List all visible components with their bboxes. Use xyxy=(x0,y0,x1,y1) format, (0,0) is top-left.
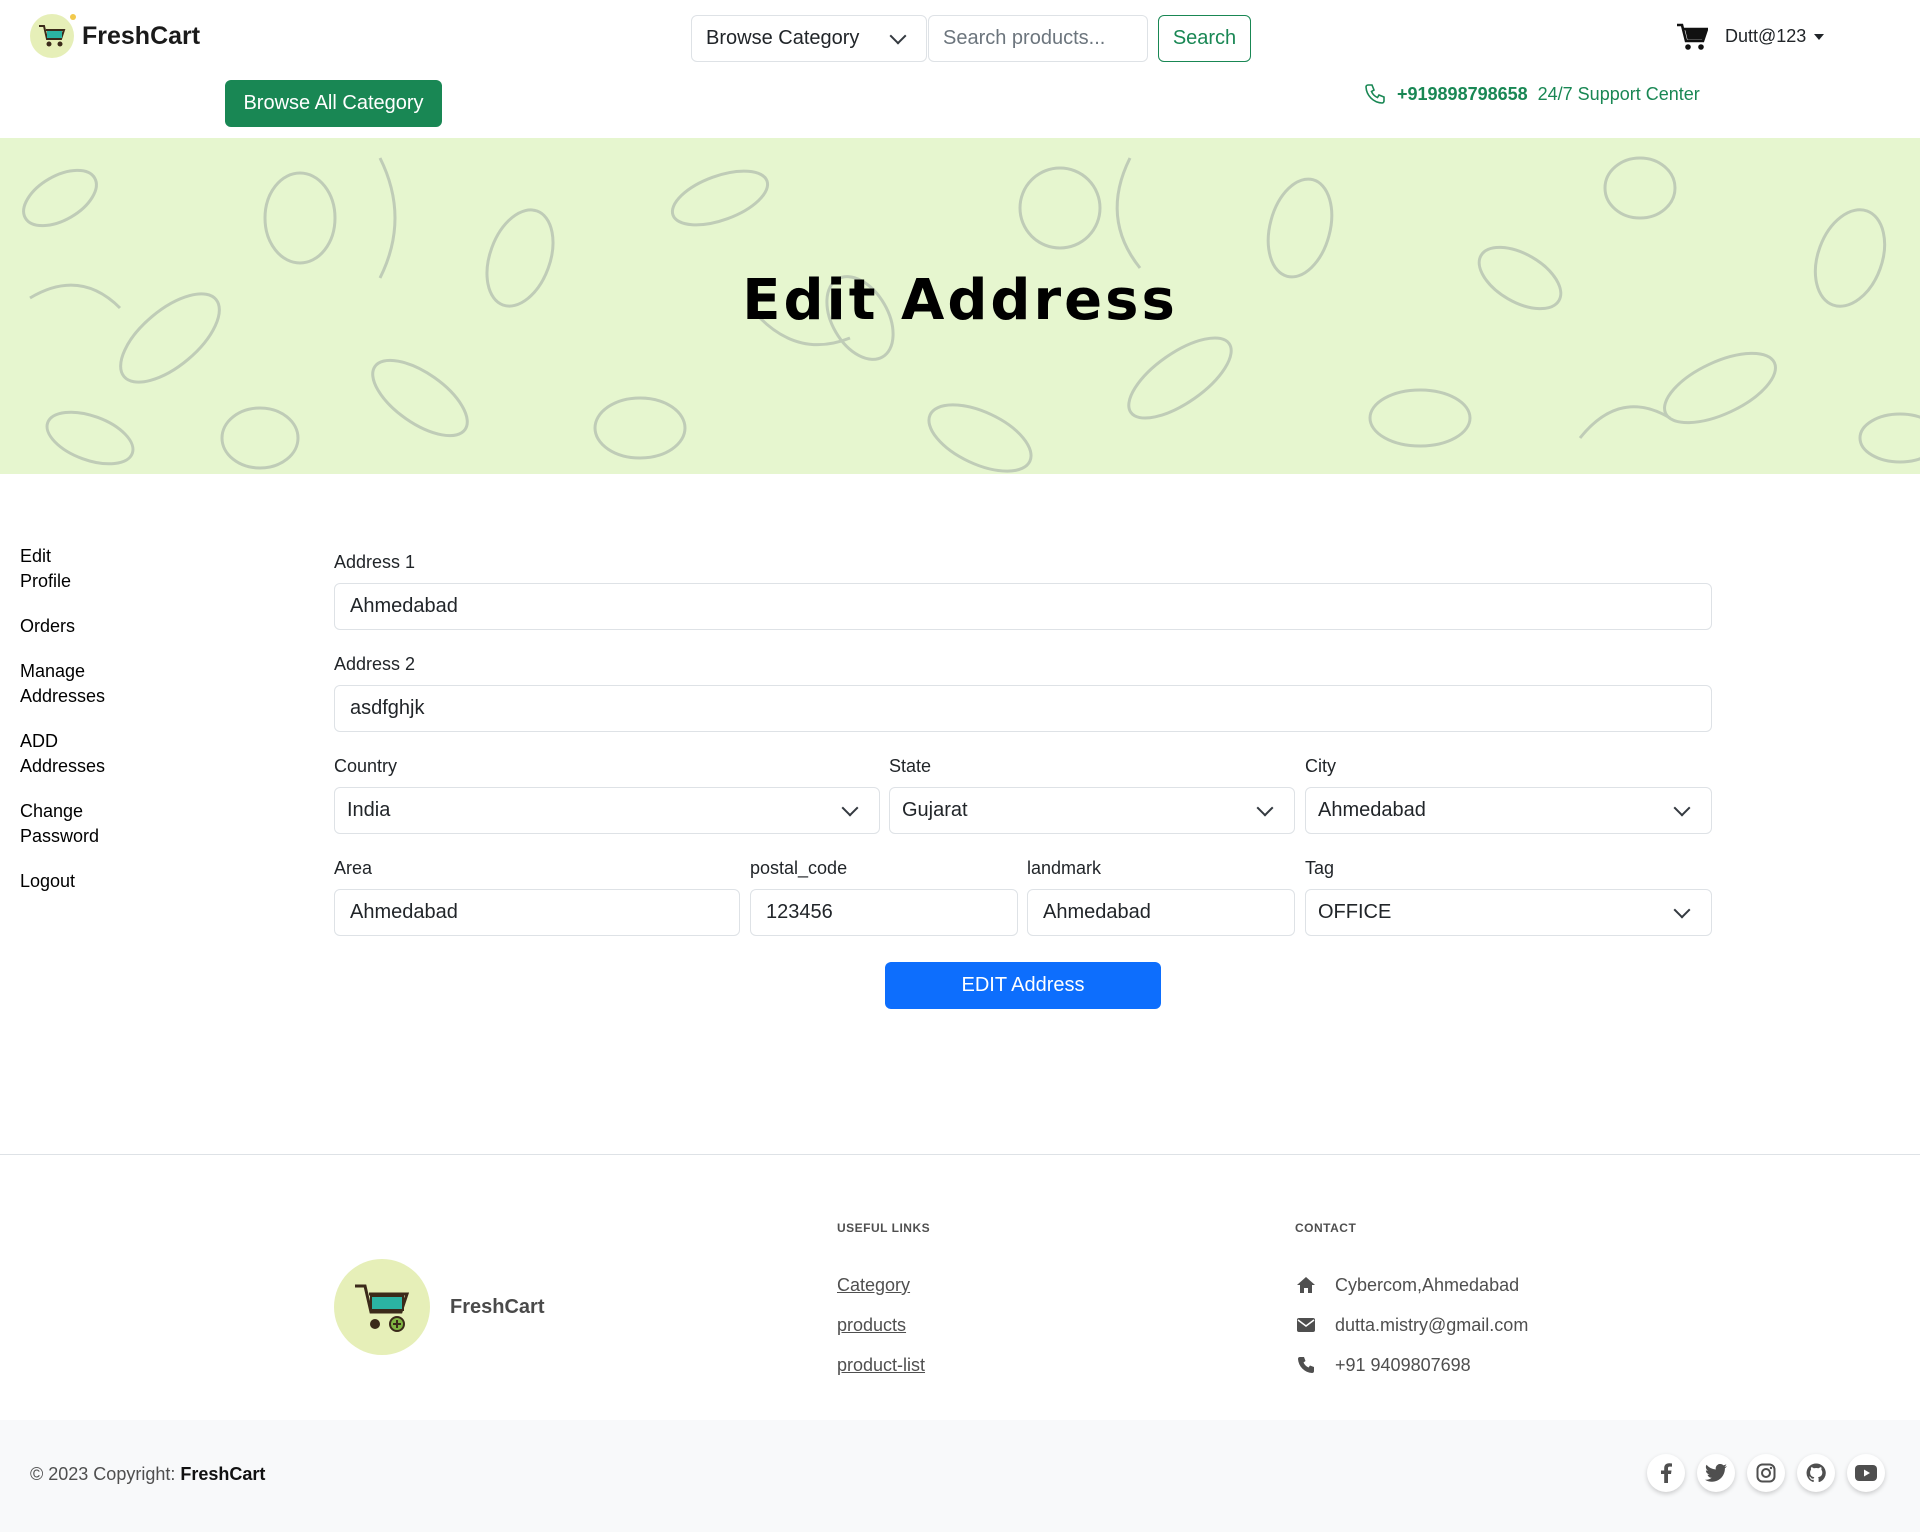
footer-link-products[interactable]: products xyxy=(837,1313,925,1337)
chevron-down-icon xyxy=(889,27,907,44)
facebook-icon[interactable] xyxy=(1647,1454,1685,1492)
sidebar-item-edit-profile[interactable]: Edit Profile xyxy=(20,544,90,594)
twitter-icon[interactable] xyxy=(1697,1454,1735,1492)
chevron-down-icon xyxy=(1256,799,1274,816)
chevron-down-icon xyxy=(841,799,859,816)
address2-field-group: Address 2 asdfghjk xyxy=(334,654,1712,732)
landmark-input[interactable]: Ahmedabad xyxy=(1027,889,1295,936)
page-title: Edit Address xyxy=(742,268,1178,333)
account-sidebar: Edit Profile Orders Manage Addresses ADD… xyxy=(20,544,180,914)
contact-phone[interactable]: +91 9409807698 xyxy=(1335,1353,1471,1377)
useful-links-list: Category products product-list xyxy=(837,1273,925,1393)
landmark-label: landmark xyxy=(1027,858,1102,878)
sidebar-item-change-password[interactable]: Change Password xyxy=(20,799,110,849)
chevron-down-icon xyxy=(1673,901,1691,918)
state-label: State xyxy=(889,756,932,776)
useful-links-title: USEFUL LINKS xyxy=(837,1221,931,1235)
sidebar-item-logout[interactable]: Logout xyxy=(20,869,180,894)
phone-icon xyxy=(1295,1355,1317,1375)
sidebar-item-add-addresses[interactable]: ADD Addresses xyxy=(20,729,120,779)
country-value: India xyxy=(347,799,391,821)
support-text: 24/7 Support Center xyxy=(1537,83,1700,104)
search-button[interactable]: Search xyxy=(1158,15,1251,62)
brand-logo[interactable]: FreshCart xyxy=(30,14,200,58)
phone-icon xyxy=(1365,84,1385,104)
chevron-down-icon xyxy=(1673,799,1691,816)
country-select[interactable]: India xyxy=(334,787,880,834)
postal-code-field-group: postal_code 123456 xyxy=(750,858,1018,936)
edit-address-submit-button[interactable]: EDIT Address xyxy=(885,962,1161,1009)
contact-address: Cybercom,Ahmedabad xyxy=(1335,1275,1520,1295)
home-icon xyxy=(1295,1275,1317,1295)
category-select-value: Browse Category xyxy=(706,27,860,49)
landmark-field-group: landmark Ahmedabad xyxy=(1027,858,1295,936)
copyright-brand[interactable]: FreshCart xyxy=(180,1464,265,1484)
brand-name: FreshCart xyxy=(82,21,201,50)
country-label: Country xyxy=(334,756,398,776)
tag-select[interactable]: OFFICE xyxy=(1305,889,1712,936)
support-info: +919898798658 24/7 Support Center xyxy=(1363,82,1700,106)
contact-list: Cybercom,Ahmedabad dutta.mistry@gmail.co… xyxy=(1295,1273,1528,1393)
state-select[interactable]: Gujarat xyxy=(889,787,1295,834)
footer-brand-name: FreshCart xyxy=(450,1295,545,1318)
cart-logo-icon xyxy=(334,1259,430,1355)
address2-label: Address 2 xyxy=(334,654,416,674)
footer-brand[interactable]: FreshCart xyxy=(334,1259,544,1355)
contact-email[interactable]: dutta.mistry@gmail.com xyxy=(1335,1313,1528,1337)
contact-email-row: dutta.mistry@gmail.com xyxy=(1295,1313,1528,1337)
address1-label: Address 1 xyxy=(334,552,416,572)
postal-code-input[interactable]: 123456 xyxy=(750,889,1018,936)
social-links xyxy=(1647,1454,1885,1492)
area-label: Area xyxy=(334,858,373,878)
address2-input[interactable]: asdfghjk xyxy=(334,685,1712,732)
search-input[interactable] xyxy=(928,15,1148,62)
hero-banner: Edit Address xyxy=(0,138,1920,474)
copyright-prefix: © 2023 Copyright: xyxy=(30,1464,176,1484)
contact-title: CONTACT xyxy=(1295,1221,1357,1235)
postal-code-label: postal_code xyxy=(750,858,848,878)
footer-link-product-list[interactable]: product-list xyxy=(837,1353,925,1377)
tag-value: OFFICE xyxy=(1318,901,1392,923)
caret-down-icon xyxy=(1814,33,1825,40)
category-select[interactable]: Browse Category xyxy=(691,15,927,62)
tag-field-group: Tag OFFICE xyxy=(1305,858,1712,936)
user-dropdown[interactable]: Dutt@123 xyxy=(1725,26,1825,47)
area-field-group: Area Ahmedabad xyxy=(334,858,740,936)
footer: FreshCart USEFUL LINKS Category products… xyxy=(0,1154,1920,1420)
address1-field-group: Address 1 Ahmedabad xyxy=(334,552,1712,630)
sidebar-item-orders[interactable]: Orders xyxy=(20,614,180,639)
address1-value: Ahmedabad xyxy=(350,595,458,617)
city-select[interactable]: Ahmedabad xyxy=(1305,787,1712,834)
area-value: Ahmedabad xyxy=(350,901,458,923)
footer-link-category[interactable]: Category xyxy=(837,1273,925,1297)
sidebar-item-manage-addresses[interactable]: Manage Addresses xyxy=(20,659,120,709)
city-value: Ahmedabad xyxy=(1318,799,1426,821)
address1-input[interactable]: Ahmedabad xyxy=(334,583,1712,630)
state-value: Gujarat xyxy=(902,799,968,821)
city-field-group: City Ahmedabad xyxy=(1305,756,1712,834)
github-icon[interactable] xyxy=(1797,1454,1835,1492)
city-label: City xyxy=(1305,756,1336,776)
area-input[interactable]: Ahmedabad xyxy=(334,889,740,936)
tag-label: Tag xyxy=(1305,858,1335,878)
user-name: Dutt@123 xyxy=(1725,26,1807,46)
envelope-icon xyxy=(1295,1315,1317,1335)
cart-icon[interactable] xyxy=(1676,22,1708,52)
country-field-group: Country India xyxy=(334,756,880,834)
footer-bottom-bar: © 2023 Copyright: FreshCart xyxy=(0,1420,1920,1532)
copyright-text: © 2023 Copyright: FreshCart xyxy=(30,1464,265,1485)
support-phone[interactable]: +919898798658 xyxy=(1397,84,1528,105)
top-navbar: FreshCart Browse Category Search Dutt@12… xyxy=(0,0,1920,138)
address2-value: asdfghjk xyxy=(350,697,425,719)
contact-phone-row: +91 9409807698 xyxy=(1295,1353,1528,1377)
contact-address-row: Cybercom,Ahmedabad xyxy=(1295,1273,1528,1297)
landmark-value: Ahmedabad xyxy=(1043,901,1151,923)
cart-logo-icon xyxy=(30,14,76,58)
state-field-group: State Gujarat xyxy=(889,756,1295,834)
youtube-icon[interactable] xyxy=(1847,1454,1885,1492)
postal-code-value: 123456 xyxy=(766,901,833,923)
instagram-icon[interactable] xyxy=(1747,1454,1785,1492)
browse-all-category-button[interactable]: Browse All Category xyxy=(225,80,442,127)
